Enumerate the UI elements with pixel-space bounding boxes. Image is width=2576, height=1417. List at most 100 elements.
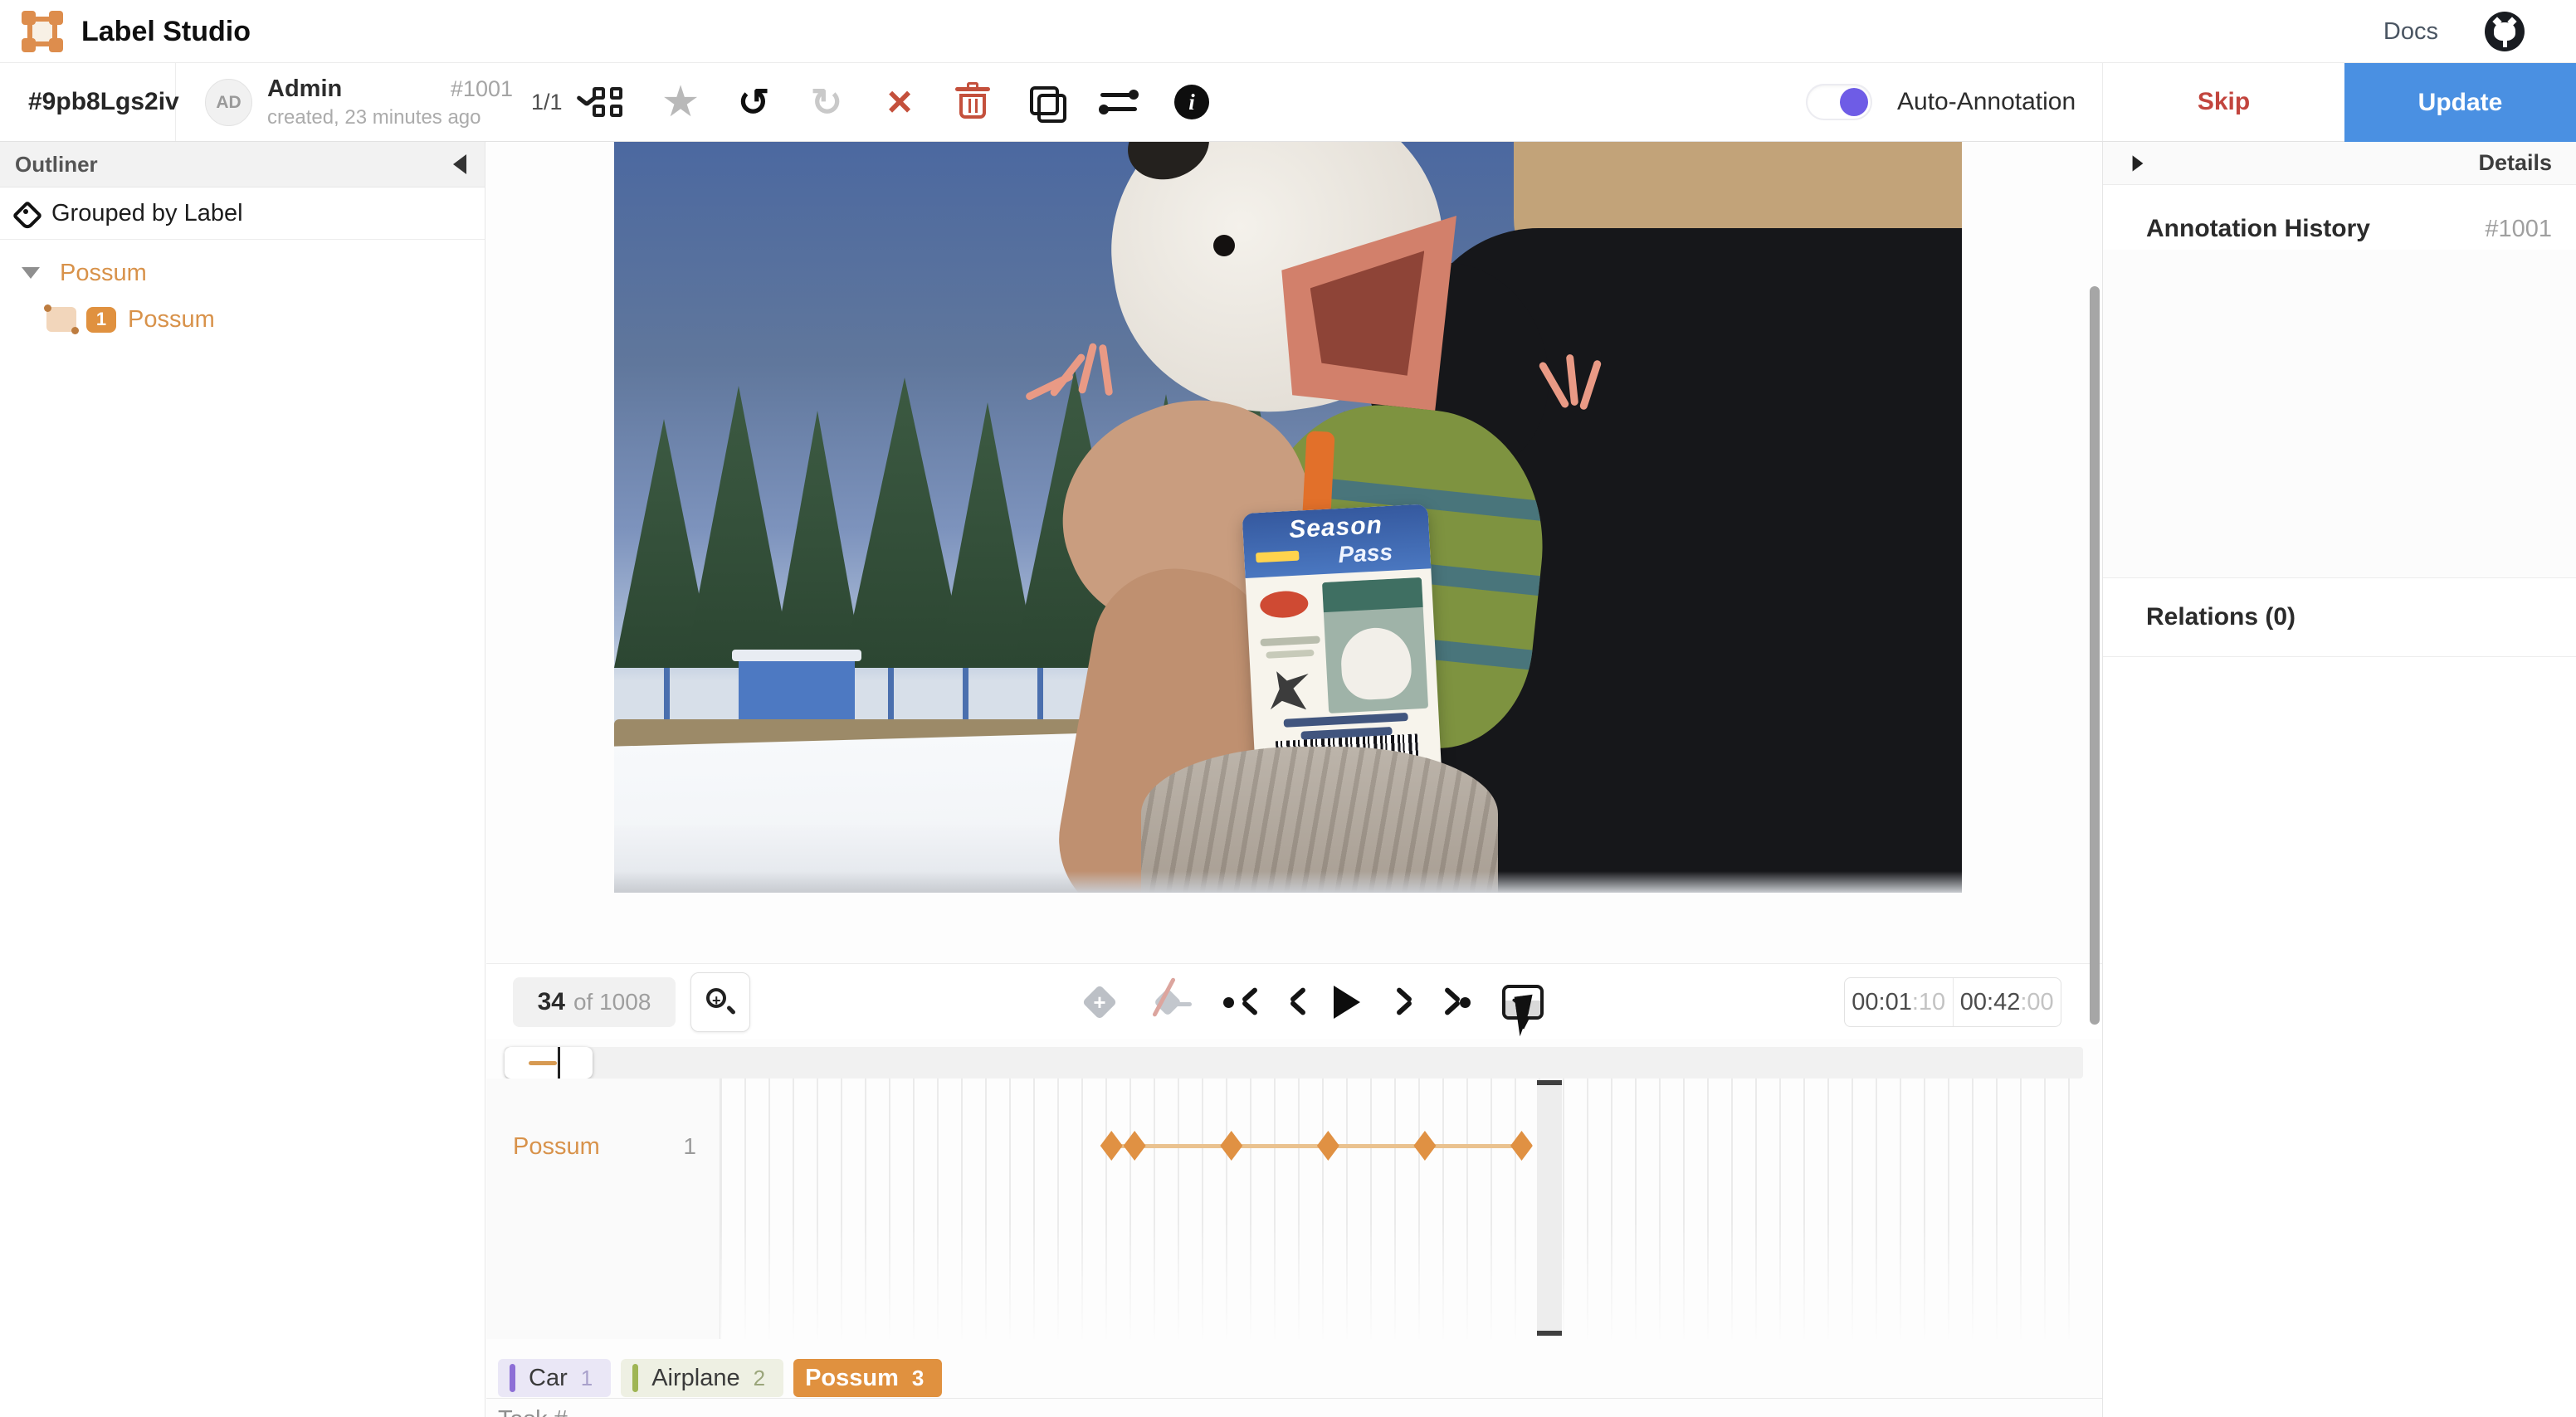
user-avatar[interactable]: AD — [205, 79, 252, 126]
region-rect-icon — [46, 307, 76, 332]
relations-section[interactable]: Relations (0) — [2103, 577, 2576, 657]
details-title: Details — [2478, 150, 2552, 176]
outliner-header: Outliner — [0, 142, 485, 187]
video-building — [739, 658, 855, 724]
auto-annotation-toggle[interactable] — [1806, 84, 1872, 120]
settings-button[interactable] — [1097, 80, 1140, 124]
minimap-region-dash — [529, 1061, 557, 1065]
info-button[interactable]: i — [1170, 80, 1213, 124]
reset-button[interactable]: × — [878, 80, 921, 124]
undo-button[interactable]: ↺ — [732, 80, 775, 124]
play-button[interactable] — [1334, 982, 1360, 1022]
docs-link[interactable]: Docs — [2383, 0, 2438, 63]
timeline-track-row[interactable]: Possum 1 — [486, 1123, 720, 1170]
task-toolbar: #9pb8Lgs2iv AD Admin #1001 created, 23 m… — [0, 63, 2576, 142]
label-hotkey: 3 — [912, 1366, 924, 1391]
task-id[interactable]: #9pb8Lgs2iv — [0, 63, 176, 141]
outliner-region-possum[interactable]: 1 Possum — [0, 296, 485, 343]
annotation-meta[interactable]: Admin #1001 created, 23 minutes ago — [267, 75, 513, 129]
track-count: 1 — [683, 1133, 696, 1160]
grouping-label: Grouped by Label — [51, 200, 243, 227]
next-keyframe-button[interactable] — [1440, 982, 1471, 1022]
app-title: Label Studio — [81, 0, 251, 63]
grouping-selector[interactable]: Grouped by Label — [0, 188, 485, 240]
video-controls-bar: 34 of 1008 + + — [486, 964, 2102, 1039]
chevron-left-icon — [1237, 987, 1254, 1017]
group-label: Possum — [60, 260, 147, 287]
top-navbar: Label Studio Docs — [0, 0, 2576, 63]
zoom-button[interactable]: + — [690, 972, 750, 1032]
collapse-panel-icon[interactable] — [453, 154, 466, 174]
add-keyframe-button[interactable]: + — [1087, 982, 1112, 1022]
keyframe-diamond[interactable] — [1413, 1131, 1436, 1161]
keyframe-diamond[interactable] — [1510, 1131, 1533, 1161]
total-time[interactable]: 00:42:00 — [1954, 978, 2061, 1026]
duplicate-annotation-button[interactable] — [1024, 80, 1067, 124]
chevron-right-icon — [1440, 987, 1456, 1017]
toggle-knob — [1840, 88, 1868, 116]
skip-button[interactable]: Skip — [2102, 63, 2344, 141]
outliner-group-possum[interactable]: Possum — [0, 250, 485, 296]
annotation-history-title: Annotation History — [2146, 215, 2370, 243]
current-time[interactable]: 00:01:10 — [1845, 978, 1954, 1026]
label-hotkey: 2 — [754, 1366, 765, 1391]
divider — [486, 1398, 2102, 1399]
outliner-title: Outliner — [15, 152, 98, 178]
task-footer-label: Task # — [498, 1406, 568, 1417]
total-frames: of 1008 — [573, 989, 651, 1015]
github-icon[interactable] — [2485, 12, 2525, 51]
timeline-track-column: Possum 1 — [486, 1079, 720, 1339]
annotation-history-section: Annotation History #1001 — [2103, 185, 2576, 243]
time-display: 00:01:10 00:42:00 — [1844, 977, 2061, 1027]
next-frame-button[interactable] — [1392, 982, 1408, 1022]
previous-keyframe-button[interactable] — [1223, 982, 1254, 1022]
redo-button[interactable]: ↻ — [805, 80, 848, 124]
auto-annotation-control: Auto-Annotation — [1806, 63, 2076, 141]
keyframe-diamond[interactable] — [1220, 1131, 1242, 1161]
previous-frame-button[interactable] — [1286, 982, 1302, 1022]
delete-annotation-button[interactable] — [951, 80, 994, 124]
close-icon: × — [887, 80, 912, 124]
label-text: Car — [529, 1365, 568, 1392]
label-chip-car[interactable]: Car1 — [498, 1359, 611, 1397]
label-chip-airplane[interactable]: Airplane 2 — [621, 1359, 783, 1397]
collapse-panel-icon[interactable] — [2133, 155, 2144, 171]
keyframe-diamond[interactable] — [1100, 1131, 1123, 1161]
star-icon: ★ — [661, 80, 700, 124]
timeline-grid[interactable] — [720, 1079, 2083, 1339]
label-chip-possum[interactable]: Possum3 — [793, 1359, 942, 1397]
auto-annotation-label: Auto-Annotation — [1897, 88, 2076, 116]
sliders-icon — [1100, 90, 1137, 114]
annotation-history-pane — [2103, 250, 2576, 577]
copy-icon — [1030, 86, 1061, 118]
label-text: Airplane — [651, 1365, 739, 1392]
label-studio-logo-icon[interactable] — [22, 11, 63, 52]
details-panel: Details Annotation History #1001 Relatio… — [2102, 142, 2576, 1417]
badge-photo — [1322, 577, 1428, 713]
timeline-playhead[interactable] — [1537, 1080, 1562, 1336]
label-hotkeys-row: Car1 Airplane 2 Possum3 — [498, 1359, 942, 1397]
playback-controls: + — [1087, 977, 1544, 1027]
view-all-button[interactable] — [586, 80, 629, 124]
minimap-playhead[interactable] — [558, 1047, 560, 1079]
magnifier-plus-icon: + — [706, 988, 734, 1016]
timeline-panel: Possum 1 — [486, 1079, 2083, 1339]
region-label: Possum — [128, 306, 215, 334]
season-pass-badge: Season Pass — [1242, 504, 1442, 786]
frame-counter[interactable]: 34 of 1008 — [513, 977, 676, 1027]
trash-icon — [959, 85, 987, 119]
ground-truth-button[interactable]: ★ — [659, 80, 702, 124]
timeline-minimap[interactable] — [505, 1047, 2083, 1079]
label-color-bar — [510, 1364, 515, 1392]
keyframe-diamond[interactable] — [1317, 1131, 1339, 1161]
remove-keyframe-button[interactable] — [1144, 982, 1192, 1022]
update-button[interactable]: Update — [2344, 63, 2576, 142]
keyframe-diamond[interactable] — [1124, 1131, 1146, 1161]
keyframe-add-icon: + — [1082, 985, 1117, 1020]
possum-eye — [1213, 235, 1235, 256]
caret-down-icon[interactable] — [22, 267, 40, 279]
main-stage: Season Pass 34 of 1008 — [486, 142, 2102, 1417]
vertical-scrollbar[interactable] — [2090, 286, 2100, 1025]
minimap-viewport[interactable] — [505, 1047, 593, 1079]
video-frame[interactable]: Season Pass — [614, 142, 1962, 893]
